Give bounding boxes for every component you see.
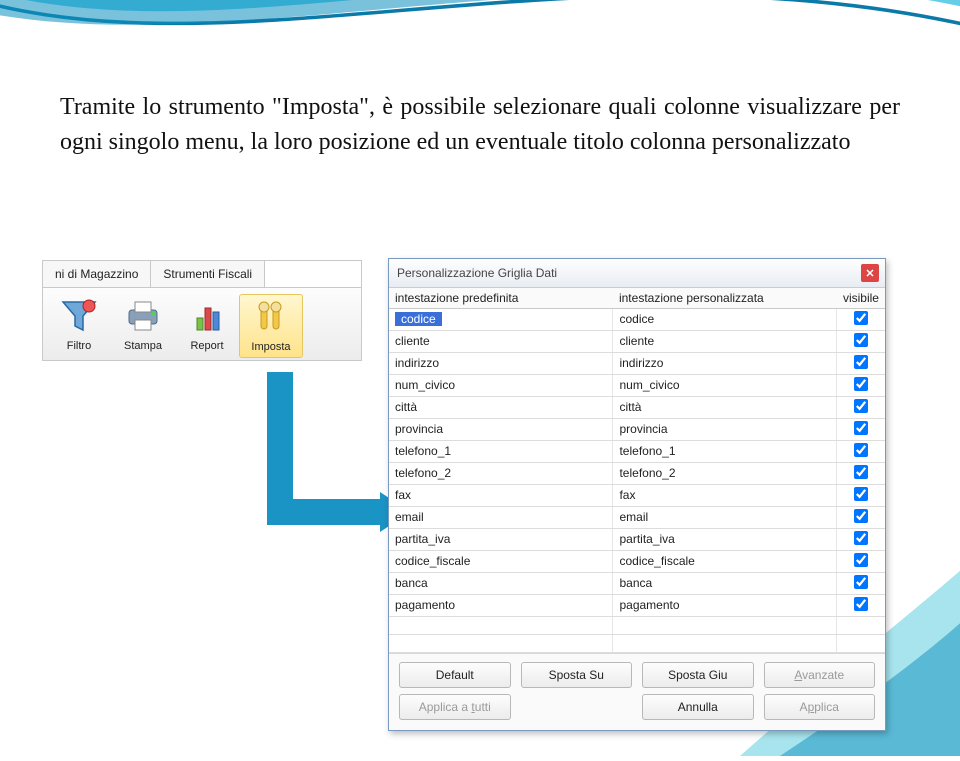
cell-personalizzata[interactable]: pagamento <box>613 594 837 616</box>
dialog-title: Personalizzazione Griglia Dati <box>397 266 557 280</box>
stampa-icon <box>119 296 167 336</box>
table-row[interactable]: email email <box>389 506 885 528</box>
visible-checkbox[interactable] <box>854 443 868 457</box>
filtro-icon <box>55 296 103 336</box>
cell-predefinita: cliente <box>395 334 430 348</box>
cell-personalizzata[interactable]: partita_iva <box>613 528 837 550</box>
visible-checkbox[interactable] <box>854 575 868 589</box>
table-row[interactable]: codice codice <box>389 308 885 330</box>
stampa-label: Stampa <box>124 340 162 352</box>
cell-personalizzata[interactable]: codice_fiscale <box>613 550 837 572</box>
columns-grid: intestazione predefinita intestazione pe… <box>389 288 885 653</box>
imposta-label: Imposta <box>251 341 290 353</box>
avanzate-label-rest: vanzate <box>802 668 844 682</box>
table-row[interactable]: telefono_2 telefono_2 <box>389 462 885 484</box>
filtro-button[interactable]: Filtro <box>47 294 111 358</box>
cell-personalizzata[interactable]: fax <box>613 484 837 506</box>
close-icon[interactable]: ✕ <box>861 264 879 282</box>
col-header-personalizzata[interactable]: intestazione personalizzata <box>613 288 837 308</box>
table-row[interactable]: città città <box>389 396 885 418</box>
slide-swoosh-top <box>0 0 960 100</box>
visible-checkbox[interactable] <box>854 465 868 479</box>
table-row[interactable]: partita_iva partita_iva <box>389 528 885 550</box>
visible-checkbox[interactable] <box>854 399 868 413</box>
visible-checkbox[interactable] <box>854 421 868 435</box>
col-header-visibile[interactable]: visibile <box>837 288 885 308</box>
cell-predefinita: codice <box>395 312 442 326</box>
cell-predefinita: provincia <box>395 422 443 436</box>
filtro-label: Filtro <box>67 340 91 352</box>
imposta-button[interactable]: Imposta <box>239 294 303 358</box>
cell-predefinita: codice_fiscale <box>395 554 470 568</box>
table-row[interactable]: indirizzo indirizzo <box>389 352 885 374</box>
table-row[interactable]: codice_fiscale codice_fiscale <box>389 550 885 572</box>
imposta-icon <box>247 297 295 337</box>
stampa-button[interactable]: Stampa <box>111 294 175 358</box>
toolbar-buttons: Filtro Stampa <box>42 287 362 361</box>
visible-checkbox[interactable] <box>854 553 868 567</box>
cell-predefinita: email <box>395 510 424 524</box>
cell-predefinita: partita_iva <box>395 532 450 546</box>
report-button[interactable]: Report <box>175 294 239 358</box>
table-row[interactable]: num_civico num_civico <box>389 374 885 396</box>
table-row[interactable]: telefono_1 telefono_1 <box>389 440 885 462</box>
cell-personalizzata[interactable]: banca <box>613 572 837 594</box>
tab-strumenti-fiscali[interactable]: Strumenti Fiscali <box>151 261 265 287</box>
avanzate-button[interactable]: Avanzate <box>764 662 876 688</box>
cell-predefinita: pagamento <box>395 598 455 612</box>
visible-checkbox[interactable] <box>854 311 868 325</box>
cell-predefinita: telefono_2 <box>395 466 451 480</box>
visible-checkbox[interactable] <box>854 487 868 501</box>
visible-checkbox[interactable] <box>854 509 868 523</box>
toolbar-panel: ni di Magazzino Strumenti Fiscali Filtro <box>42 260 362 361</box>
cell-predefinita: indirizzo <box>395 356 439 370</box>
report-label: Report <box>190 340 223 352</box>
visible-checkbox[interactable] <box>854 597 868 611</box>
visible-checkbox[interactable] <box>854 333 868 347</box>
tab-magazzino[interactable]: ni di Magazzino <box>43 261 151 287</box>
cell-personalizzata[interactable]: telefono_1 <box>613 440 837 462</box>
sposta-giu-button[interactable]: Sposta Giu <box>642 662 754 688</box>
cell-personalizzata[interactable]: indirizzo <box>613 352 837 374</box>
cell-predefinita: num_civico <box>395 378 455 392</box>
table-row[interactable]: banca banca <box>389 572 885 594</box>
cell-personalizzata[interactable]: provincia <box>613 418 837 440</box>
slide-body-text: Tramite lo strumento "Imposta", è possib… <box>60 90 900 160</box>
cell-personalizzata[interactable]: num_civico <box>613 374 837 396</box>
cell-predefinita: fax <box>395 488 411 502</box>
personalizzazione-dialog: Personalizzazione Griglia Dati ✕ intesta… <box>388 258 886 731</box>
cell-personalizzata[interactable]: telefono_2 <box>613 462 837 484</box>
table-row[interactable]: fax fax <box>389 484 885 506</box>
visible-checkbox[interactable] <box>854 531 868 545</box>
report-icon <box>183 296 231 336</box>
cell-predefinita: banca <box>395 576 428 590</box>
sposta-su-button[interactable]: Sposta Su <box>521 662 633 688</box>
table-row[interactable]: pagamento pagamento <box>389 594 885 616</box>
cell-personalizzata[interactable]: cliente <box>613 330 837 352</box>
visible-checkbox[interactable] <box>854 377 868 391</box>
cell-predefinita: città <box>395 400 417 414</box>
visible-checkbox[interactable] <box>854 355 868 369</box>
toolbar-tabstrip: ni di Magazzino Strumenti Fiscali <box>42 260 362 287</box>
cell-personalizzata[interactable]: email <box>613 506 837 528</box>
cell-predefinita: telefono_1 <box>395 444 451 458</box>
table-row[interactable]: provincia provincia <box>389 418 885 440</box>
table-row[interactable]: cliente cliente <box>389 330 885 352</box>
connector-arrow <box>230 372 410 572</box>
col-header-predefinita[interactable]: intestazione predefinita <box>389 288 613 308</box>
cell-personalizzata[interactable]: codice <box>613 308 837 330</box>
cell-personalizzata[interactable]: città <box>613 396 837 418</box>
default-button[interactable]: Default <box>399 662 511 688</box>
dialog-titlebar: Personalizzazione Griglia Dati ✕ <box>389 259 885 288</box>
dialog-button-row: Default Sposta Su Sposta Giu Avanzate Ap… <box>389 653 885 730</box>
